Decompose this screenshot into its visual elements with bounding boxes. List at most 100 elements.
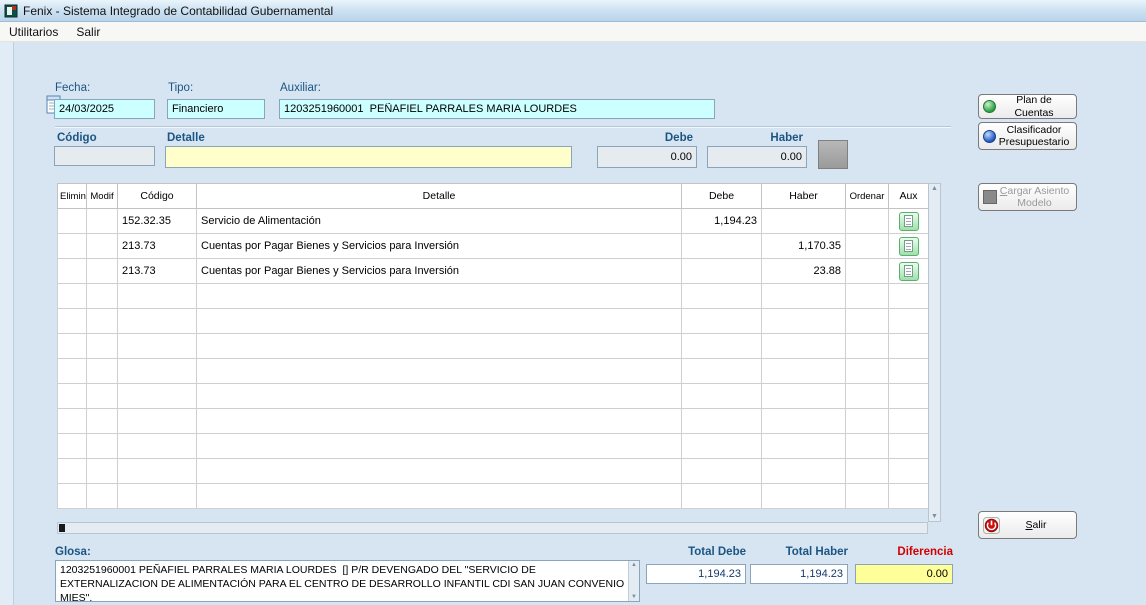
cell-elimin[interactable] — [58, 209, 87, 234]
total-debe-label: Total Debe — [646, 546, 746, 558]
blue-sphere-icon — [983, 130, 996, 143]
table-row-empty — [58, 309, 929, 334]
diferencia-value: 0.00 — [855, 564, 953, 584]
app-window: Fenix - Sistema Integrado de Contabilida… — [0, 0, 1146, 605]
table-vertical-scrollbar[interactable]: ▲ ▼ — [928, 183, 941, 522]
clasificador-presupuestario-button[interactable]: Clasificador Presupuestario — [978, 122, 1077, 150]
glosa-label: Glosa: — [55, 546, 91, 558]
left-panel-strip — [0, 42, 14, 605]
salir-button[interactable]: Salir — [978, 511, 1077, 539]
cell-ordenar — [846, 259, 889, 284]
tipo-input[interactable] — [167, 99, 265, 119]
table-row-empty — [58, 334, 929, 359]
table-row[interactable]: 152.32.35 Servicio de Alimentación 1,194… — [58, 209, 929, 234]
detalle-input[interactable] — [165, 146, 572, 168]
cell-modif[interactable] — [87, 259, 118, 284]
cell-aux — [889, 259, 929, 284]
scroll-up-icon[interactable]: ▲ — [931, 185, 938, 192]
detalle-label: Detalle — [167, 132, 205, 144]
cell-haber: 1,170.35 — [762, 234, 846, 259]
auxiliar-input[interactable] — [279, 99, 715, 119]
entry-action-button[interactable] — [818, 140, 848, 169]
total-haber-label: Total Haber — [750, 546, 848, 558]
fecha-input[interactable] — [54, 99, 155, 119]
gray-square-icon — [983, 190, 997, 204]
fenix-logo-icon — [4, 4, 18, 18]
cell-detalle: Cuentas por Pagar Bienes y Servicios par… — [197, 234, 682, 259]
cell-detalle: Cuentas por Pagar Bienes y Servicios par… — [197, 259, 682, 284]
menu-salir[interactable]: Salir — [67, 23, 109, 41]
total-debe-value: 1,194.23 — [646, 564, 746, 584]
table-row[interactable]: 213.73 Cuentas por Pagar Bienes y Servic… — [58, 259, 929, 284]
entries-table: Elimin Modif Código Detalle Debe Haber O… — [57, 183, 929, 509]
header-haber: Haber — [762, 184, 846, 209]
cell-ordenar — [846, 209, 889, 234]
header-modif: Modif — [87, 184, 118, 209]
auxiliar-label: Auxiliar: — [280, 82, 321, 94]
total-haber-value: 1,194.23 — [750, 564, 848, 584]
aux-button[interactable] — [899, 212, 919, 231]
header-ordenar: Ordenar — [846, 184, 889, 209]
power-icon — [983, 517, 1000, 534]
diferencia-label: Diferencia — [855, 546, 953, 558]
cell-codigo: 152.32.35 — [118, 209, 197, 234]
plan-de-cuentas-label: Plan de Cuentas — [996, 94, 1072, 118]
header-aux: Aux — [889, 184, 929, 209]
table-row[interactable]: 213.73 Cuentas por Pagar Bienes y Servic… — [58, 234, 929, 259]
green-sphere-icon — [983, 100, 996, 113]
table-row-empty — [58, 284, 929, 309]
cell-elimin[interactable] — [58, 259, 87, 284]
document-icon — [904, 240, 913, 252]
cell-detalle: Servicio de Alimentación — [197, 209, 682, 234]
header-detalle: Detalle — [197, 184, 682, 209]
glosa-textarea[interactable]: 1203251960001 PEÑAFIEL PARRALES MARIA LO… — [55, 560, 640, 602]
menu-utilitarios[interactable]: Utilitarios — [0, 23, 67, 41]
cell-debe — [682, 234, 762, 259]
table-row-empty — [58, 409, 929, 434]
cell-haber — [762, 209, 846, 234]
plan-de-cuentas-button[interactable]: Plan de Cuentas — [978, 94, 1077, 119]
document-icon — [904, 215, 913, 227]
salir-label: Salir — [1000, 519, 1072, 531]
table-horizontal-scrollbar[interactable] — [57, 522, 928, 534]
clasificador-label: Clasificador Presupuestario — [996, 124, 1072, 148]
scroll-up-icon[interactable]: ▲ — [631, 562, 637, 568]
aux-button[interactable] — [899, 237, 919, 256]
title-bar: Fenix - Sistema Integrado de Contabilida… — [0, 0, 1146, 22]
cell-aux — [889, 234, 929, 259]
cell-debe — [682, 259, 762, 284]
haber-label: Haber — [707, 132, 803, 144]
cell-ordenar — [846, 234, 889, 259]
table-row-empty — [58, 459, 929, 484]
cell-modif[interactable] — [87, 209, 118, 234]
scrollbar-thumb[interactable] — [59, 524, 65, 532]
cargar-asiento-modelo-button[interactable]: Cargar Asiento Modelo — [978, 183, 1077, 211]
table-row-empty — [58, 434, 929, 459]
window-title: Fenix - Sistema Integrado de Contabilida… — [23, 4, 333, 18]
table-row-empty — [58, 359, 929, 384]
form-area: Fecha: Tipo: Auxiliar: Código Detalle De… — [0, 42, 1146, 605]
cargar-asiento-label: Cargar Asiento Modelo — [997, 185, 1072, 209]
cell-haber: 23.88 — [762, 259, 846, 284]
cell-modif[interactable] — [87, 234, 118, 259]
cell-debe: 1,194.23 — [682, 209, 762, 234]
header-codigo: Código — [118, 184, 197, 209]
glosa-scrollbar[interactable]: ▲ ▼ — [628, 561, 639, 601]
codigo-label: Código — [57, 132, 97, 144]
table-header-row: Elimin Modif Código Detalle Debe Haber O… — [58, 184, 929, 209]
header-elimin: Elimin — [58, 184, 87, 209]
document-icon — [904, 265, 913, 277]
debe-input[interactable] — [597, 146, 697, 168]
scroll-down-icon[interactable]: ▼ — [931, 513, 938, 520]
aux-button[interactable] — [899, 262, 919, 281]
cell-codigo: 213.73 — [118, 234, 197, 259]
haber-input[interactable] — [707, 146, 807, 168]
scroll-down-icon[interactable]: ▼ — [631, 594, 637, 600]
separator-line — [55, 126, 951, 128]
codigo-input[interactable] — [54, 146, 155, 166]
debe-label: Debe — [597, 132, 693, 144]
table-row-empty — [58, 384, 929, 409]
menu-bar: Utilitarios Salir — [0, 22, 1146, 42]
cell-elimin[interactable] — [58, 234, 87, 259]
cell-aux — [889, 209, 929, 234]
